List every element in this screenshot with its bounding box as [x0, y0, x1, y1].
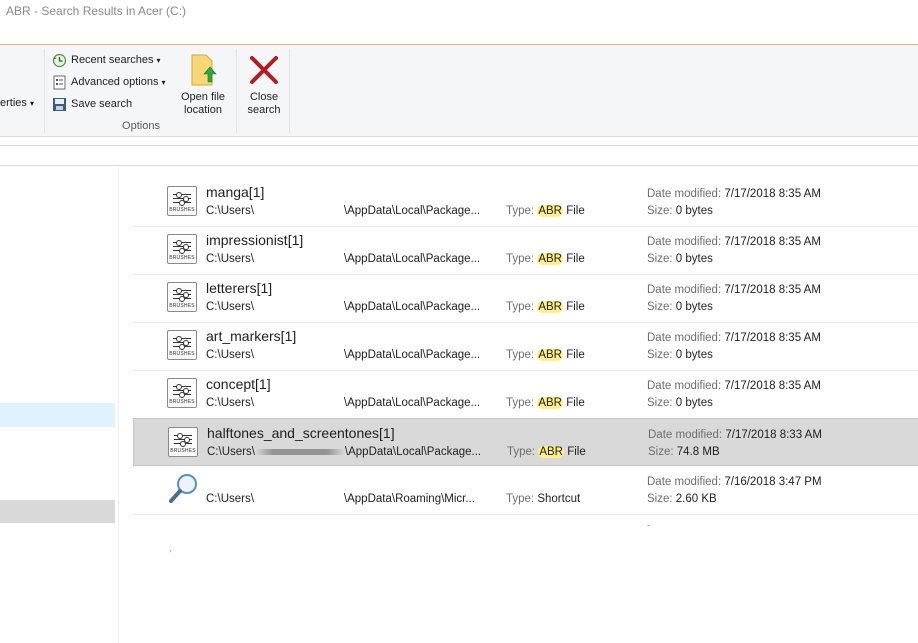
nav-item-highlight[interactable] [0, 403, 115, 427]
nav-item-selected[interactable] [0, 500, 115, 523]
close-icon [247, 53, 281, 87]
brushes-file-icon: BRUSHES [167, 378, 197, 408]
title-bar: ABR - Search Results in Acer (C:) [0, 0, 918, 45]
result-file-name: halftones_and_screentones[1] [207, 425, 395, 441]
ribbon-separator [44, 49, 45, 133]
result-row[interactable]: C:\Users\ \AppData\Roaming\Micr... Type: … [133, 466, 918, 515]
close-search-button[interactable]: Close search [236, 53, 292, 117]
result-size: Size: 0 bytes [647, 397, 713, 409]
result-date-modified: Date modified: 7/17/2018 8:35 AM [647, 284, 821, 296]
result-file-type: Type: ABR File [507, 446, 586, 458]
search-term-highlight: ABR [537, 205, 563, 217]
search-term-highlight: ABR [537, 301, 563, 313]
result-row[interactable]: BRUSHES manga[1] C:\Users\ \AppData\Local… [133, 178, 918, 227]
result-size: Size: 2.60 KB [647, 493, 717, 505]
recent-searches-icon [52, 53, 67, 68]
folder-open-icon [186, 53, 220, 87]
recent-searches-button[interactable]: Recent searches ▾ [52, 51, 161, 69]
result-file-type: Type: ABR File [506, 205, 585, 217]
result-file-path: C:\Users\ \AppData\Local\Package... [206, 205, 481, 217]
chevron-down-icon: ▾ [156, 55, 161, 65]
ribbon-group-label: Options [122, 120, 160, 132]
result-row[interactable]: BRUSHES concept[1] C:\Users\ \AppData\Loc… [133, 370, 918, 419]
brushes-file-icon: BRUSHES [168, 427, 198, 457]
result-date-modified: Date modified: 7/17/2018 8:33 AM [648, 429, 822, 441]
search-term-highlight: ABR [537, 397, 563, 409]
result-file-path: C:\Users\ \AppData\Local\Package... [206, 301, 481, 313]
result-file-type: Type: ABR File [506, 397, 585, 409]
address-bar[interactable] [0, 145, 918, 166]
truncated-row-text: - [647, 520, 650, 530]
result-date-modified: Date modified: 7/17/2018 8:35 AM [647, 332, 821, 344]
result-file-name: letterers[1] [206, 280, 273, 296]
result-size: Size: 74.8 MB [648, 446, 720, 458]
chevron-down-icon: ▾ [161, 77, 166, 87]
result-size: Size: 0 bytes [647, 253, 713, 265]
save-search-button[interactable]: Save search [52, 95, 132, 113]
result-date-modified: Date modified: 7/16/2018 3:47 PM [647, 476, 822, 488]
result-file-type: Type: ABR File [506, 253, 585, 265]
brushes-file-icon: BRUSHES [167, 234, 197, 264]
result-file-name: manga[1] [206, 184, 265, 200]
result-row[interactable]: BRUSHES art_markers[1] C:\Users\ \AppData… [133, 322, 918, 371]
navigation-pane [0, 165, 119, 643]
result-file-name: impressionist[1] [206, 232, 304, 248]
result-file-path: C:\Users\ \AppData\Local\Package... [206, 349, 481, 361]
result-date-modified: Date modified: 7/17/2018 8:35 AM [647, 380, 821, 392]
ribbon-search-tab: erties ▾ Recent searches ▾ Advanced optio… [0, 45, 918, 137]
window-title: ABR - Search Results in Acer (C:) [6, 4, 187, 18]
open-file-location-button[interactable]: Open file location [175, 53, 231, 117]
result-row[interactable]: BRUSHES impressionist[1] C:\Users\ \AppDa… [133, 226, 918, 275]
brushes-file-icon: BRUSHES [167, 330, 197, 360]
advanced-options-icon [52, 75, 67, 90]
result-file-name: concept[1] [206, 376, 271, 392]
result-file-path: C:\Users\ \AppData\Roaming\Micr... [206, 493, 475, 505]
search-term-highlight: ABR [537, 349, 563, 361]
brushes-file-icon: BRUSHES [167, 186, 197, 216]
save-icon [52, 97, 67, 112]
search-shortcut-icon [167, 472, 201, 506]
advanced-options-button[interactable]: Advanced options ▾ [52, 73, 165, 91]
truncated-row-text: , [169, 543, 172, 553]
result-file-type: Type: ABR File [506, 349, 585, 361]
result-file-path: C:\Users\ \AppData\Local\Package... [207, 446, 482, 458]
result-file-type: Type: Shortcut [506, 493, 581, 505]
result-file-path: C:\Users\ \AppData\Local\Package... [206, 253, 481, 265]
brushes-file-icon: BRUSHES [167, 282, 197, 312]
result-row[interactable]: BRUSHES halftones_and_screentones[1] C:\… [133, 418, 918, 466]
ribbon-separator [289, 49, 290, 133]
result-size: Size: 0 bytes [647, 349, 713, 361]
result-size: Size: 0 bytes [647, 205, 713, 217]
result-size: Size: 0 bytes [647, 301, 713, 313]
search-term-highlight: ABR [537, 253, 563, 265]
result-file-name: art_markers[1] [206, 328, 297, 344]
result-file-type: Type: ABR File [506, 301, 585, 313]
result-date-modified: Date modified: 7/17/2018 8:35 AM [647, 236, 821, 248]
search-term-highlight: ABR [538, 446, 564, 458]
properties-dropdown[interactable]: erties ▾ [0, 97, 34, 109]
result-row[interactable]: BRUSHES letterers[1] C:\Users\ \AppData\L… [133, 274, 918, 323]
result-date-modified: Date modified: 7/17/2018 8:35 AM [647, 188, 821, 200]
result-file-path: C:\Users\ \AppData\Local\Package... [206, 397, 481, 409]
